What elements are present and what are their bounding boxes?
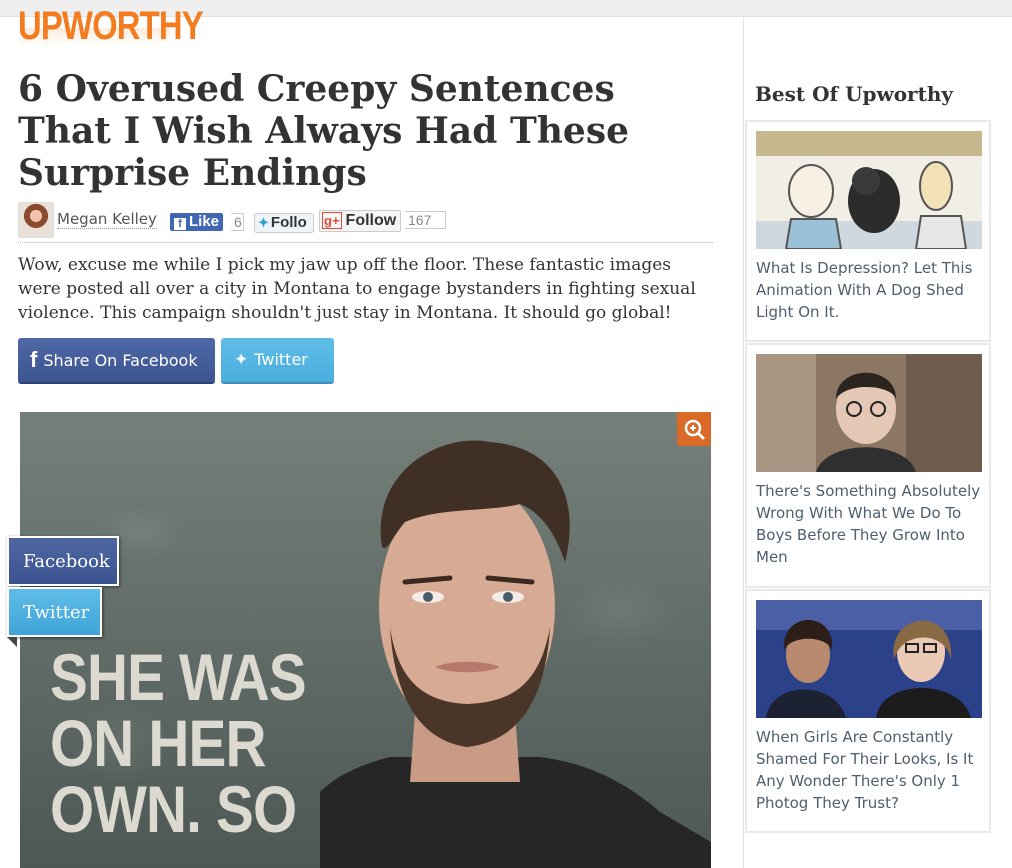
floating-twitter-button[interactable]: Twitter	[7, 587, 102, 637]
card-thumbnail[interactable]	[756, 600, 982, 718]
sidebar-card[interactable]: When Girls Are Constantly Shamed For The…	[745, 589, 991, 833]
boys-street-thumbnail	[756, 354, 982, 472]
google-plus-follow-label: Follow	[345, 212, 397, 229]
card-thumbnail[interactable]	[756, 131, 982, 249]
google-plus-follow-button[interactable]: g+ Follow	[319, 210, 402, 232]
facebook-icon: f	[174, 218, 186, 230]
girls-audience-thumbnail	[756, 600, 982, 718]
share-on-twitter-button[interactable]: ✦ Twitter	[221, 338, 334, 382]
share-facebook-label: Share On Facebook	[43, 351, 198, 370]
twitter-bird-icon: ✦	[234, 350, 249, 370]
share-on-facebook-button[interactable]: f Share On Facebook	[18, 338, 215, 382]
article-title: 6 Overused Creepy Sentences That I Wish …	[18, 68, 629, 194]
google-plus-follow-count: 167	[405, 211, 446, 229]
author-avatar[interactable]	[18, 202, 54, 238]
facebook-icon: f	[30, 347, 38, 372]
zoom-in-icon	[684, 419, 705, 440]
twitter-bird-icon: ✦	[258, 215, 269, 230]
author-name[interactable]: Megan Kelley	[57, 210, 157, 229]
card-caption[interactable]: When Girls Are Constantly Shamed For The…	[756, 726, 986, 814]
sidebar-card[interactable]: What Is Depression? Let This Animation W…	[745, 120, 991, 342]
floating-facebook-button[interactable]: Facebook	[7, 536, 119, 586]
hero-overlay-text: SHE WAS ON HER OWN. SO	[50, 640, 307, 846]
share-twitter-label: Twitter	[254, 350, 308, 369]
article-intro: Wow, excuse me while I pick my jaw up of…	[18, 255, 696, 323]
sidebar-heading: Best Of Upworthy	[755, 82, 953, 106]
upworthy-logo[interactable]: UPWORTHY	[18, 4, 204, 48]
card-thumbnail[interactable]	[756, 354, 982, 472]
byline: Megan Kelley f Like 6 ✦ Follo g+ Follow 167	[18, 202, 713, 243]
facebook-like-label: Like	[189, 213, 220, 230]
facebook-like-count: 6	[231, 213, 244, 231]
twitter-follow-label: Follo	[270, 214, 307, 231]
sidebar-divider	[743, 16, 744, 868]
twitter-follow-button[interactable]: ✦ Follo	[254, 213, 314, 233]
facebook-like-button[interactable]: f Like	[170, 213, 224, 231]
zoom-button[interactable]	[677, 412, 711, 446]
sidebar-card[interactable]: There's Something Absolutely Wrong With …	[745, 343, 991, 588]
google-plus-icon: g+	[322, 212, 342, 229]
card-caption[interactable]: There's Something Absolutely Wrong With …	[756, 480, 986, 568]
ribbon-fold	[7, 637, 17, 647]
hero-image[interactable]: SHE WAS ON HER OWN. SO	[20, 412, 711, 868]
depression-dog-thumbnail	[756, 131, 982, 249]
card-caption[interactable]: What Is Depression? Let This Animation W…	[756, 257, 986, 323]
